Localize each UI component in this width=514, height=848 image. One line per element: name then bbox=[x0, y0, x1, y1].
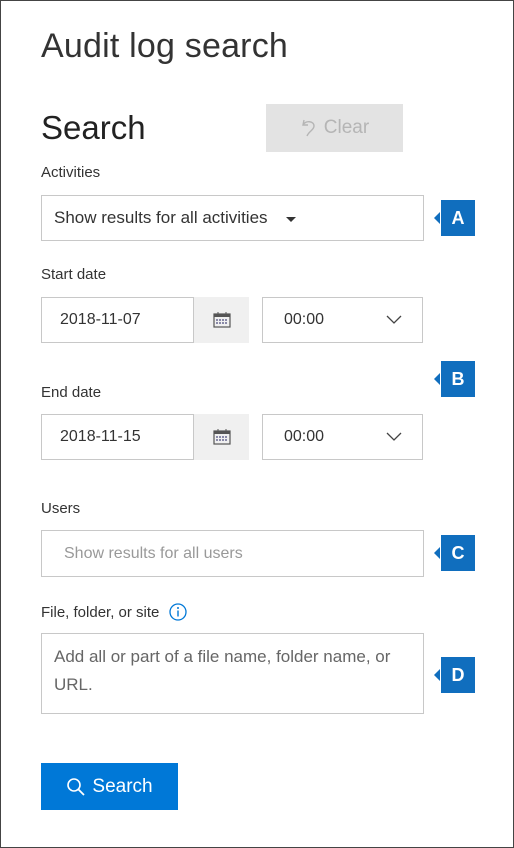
start-date-input[interactable]: 2018-11-07 bbox=[41, 297, 194, 343]
page-title: Audit log search bbox=[41, 27, 289, 65]
start-date-label: Start date bbox=[41, 266, 107, 283]
clear-button-label: Clear bbox=[323, 117, 370, 138]
start-time-value: 00:00 bbox=[284, 311, 325, 328]
callout-a: A bbox=[434, 200, 478, 236]
callout-pointer bbox=[434, 212, 440, 224]
undo-icon bbox=[301, 119, 315, 137]
caret-down-icon bbox=[285, 216, 296, 222]
start-date-calendar-button[interactable] bbox=[194, 297, 249, 343]
callout-pointer bbox=[434, 547, 440, 559]
search-icon bbox=[67, 777, 86, 796]
calendar-icon bbox=[212, 429, 231, 445]
activities-value: Show results for all activities bbox=[54, 208, 268, 227]
users-placeholder: Show results for all users bbox=[64, 544, 243, 562]
file-folder-site-input[interactable]: Add all or part of a file name, folder n… bbox=[41, 633, 424, 714]
search-button-label: Search bbox=[92, 775, 153, 797]
chevron-down-icon bbox=[386, 315, 402, 324]
callout-pointer bbox=[434, 373, 440, 385]
users-input[interactable]: Show results for all users bbox=[41, 530, 424, 577]
callout-letter: D bbox=[441, 657, 475, 693]
chevron-down-icon bbox=[386, 432, 402, 441]
file-folder-site-placeholder: Add all or part of a file name, folder n… bbox=[54, 647, 391, 694]
callout-letter: B bbox=[441, 361, 475, 397]
file-folder-site-label-row: File, folder, or site bbox=[41, 603, 188, 621]
activities-label: Activities bbox=[41, 164, 101, 181]
file-folder-site-label: File, folder, or site bbox=[41, 603, 160, 621]
clear-button[interactable]: Clear bbox=[266, 104, 403, 152]
section-title: Search bbox=[41, 109, 146, 146]
callout-d: D bbox=[434, 657, 478, 693]
end-date-input[interactable]: 2018-11-15 bbox=[41, 414, 194, 460]
callout-b: B bbox=[434, 361, 478, 397]
callout-pointer bbox=[434, 669, 440, 681]
end-date-calendar-button[interactable] bbox=[194, 414, 249, 460]
end-time-select[interactable]: 00:00 bbox=[262, 414, 423, 460]
activities-dropdown[interactable]: Show results for all activities bbox=[41, 195, 424, 241]
callout-letter: C bbox=[441, 535, 475, 571]
end-time-value: 00:00 bbox=[284, 428, 325, 445]
end-date-label: End date bbox=[41, 384, 102, 401]
info-icon[interactable] bbox=[169, 603, 188, 621]
audit-log-search-panel: Audit log search Search Clear Activities… bbox=[0, 0, 514, 848]
search-button[interactable]: Search bbox=[41, 763, 178, 810]
callout-letter: A bbox=[441, 200, 475, 236]
start-time-select[interactable]: 00:00 bbox=[262, 297, 423, 343]
callout-c: C bbox=[434, 535, 478, 571]
end-date-value: 2018-11-15 bbox=[60, 428, 141, 445]
users-label: Users bbox=[41, 500, 81, 517]
start-date-value: 2018-11-07 bbox=[60, 311, 141, 328]
calendar-icon bbox=[212, 312, 231, 328]
